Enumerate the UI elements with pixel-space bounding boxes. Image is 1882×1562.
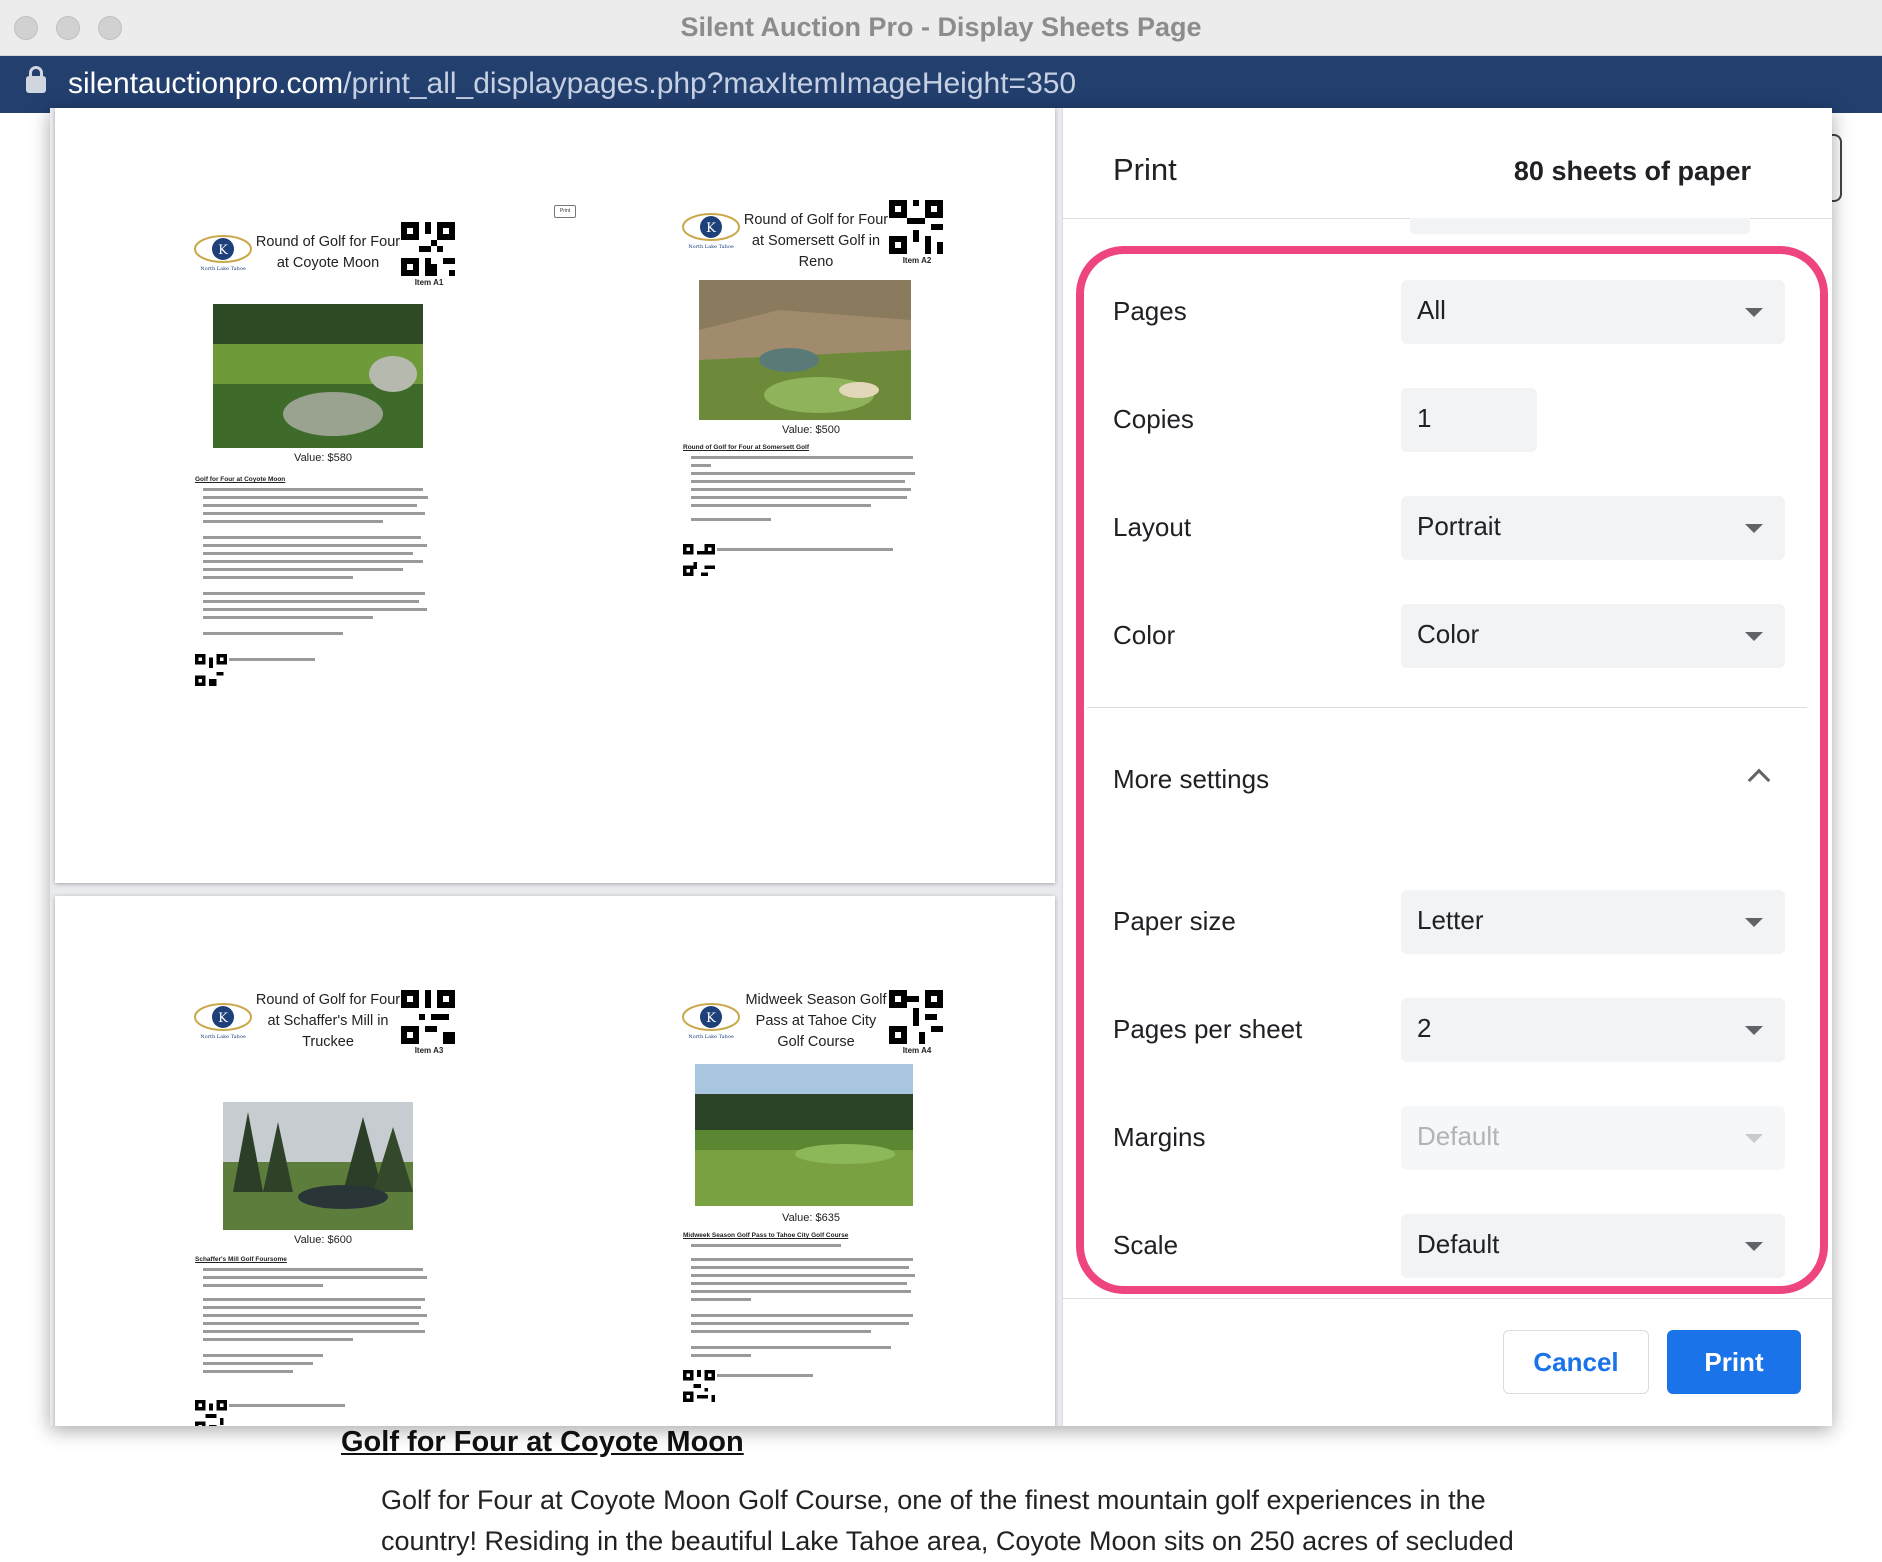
settings-highlight-outline [1076, 246, 1828, 1294]
page-item-description: Golf for Four at Coyote Moon Golf Course… [381, 1485, 1514, 1556]
cancel-button[interactable]: Cancel [1503, 1330, 1649, 1394]
display-item-a3: K North Lake Tahoe Round of Golf for Four… [193, 990, 523, 1426]
item-description-text-lines [691, 1244, 915, 1357]
qr-code-icon [683, 544, 715, 576]
lock-icon [26, 66, 46, 93]
kiwanis-logo-icon: K North Lake Tahoe [194, 1003, 252, 1040]
svg-text:K: K [218, 243, 228, 258]
svg-text:North Lake Tahoe: North Lake Tahoe [200, 1034, 246, 1040]
display-item-a2: K North Lake Tahoe Round of Golf for Four… [681, 200, 1011, 760]
item-number: Item A1 [414, 278, 444, 287]
address-bar[interactable]: silentauctionpro.com/print_all_displaypa… [0, 56, 1882, 113]
footer-divider [1063, 1298, 1833, 1299]
donor-line [717, 1374, 813, 1377]
svg-text:North Lake Tahoe: North Lake Tahoe [688, 244, 734, 250]
qr-code-icon [889, 200, 943, 254]
item-description-heading: Golf for Four at Coyote Moon [195, 476, 286, 483]
item-number: Item A3 [414, 1046, 444, 1055]
qr-code-icon [195, 1400, 227, 1426]
url-text[interactable]: silentauctionpro.com/print_all_displaypa… [68, 67, 1076, 101]
display-item-a4: K North Lake Tahoe Midweek Season Golf Pa… [681, 990, 1011, 1426]
kiwanis-logo-icon: K North Lake Tahoe [682, 213, 740, 250]
print-preview[interactable]: Print K North Lake Tahoe Round of Golf fo… [50, 108, 1062, 1426]
donor-line [717, 548, 893, 551]
item-value: Value: $635 [782, 1212, 840, 1224]
donor-line [229, 1404, 345, 1407]
qr-code-icon [195, 654, 227, 686]
item-description-text-lines [203, 1268, 427, 1373]
svg-text:K: K [706, 1011, 716, 1026]
item-value: Value: $500 [782, 424, 840, 436]
kiwanis-logo-icon: K North Lake Tahoe [682, 1003, 740, 1040]
item-title: Round of Golf for Four at Coyote Moon [255, 234, 401, 271]
url-path: /print_all_displaypages.php?maxItemImage… [343, 67, 1077, 100]
print-dialog-title: Print [1113, 152, 1177, 187]
item-description-text-lines [691, 456, 915, 521]
golf-course-photo [223, 1102, 413, 1230]
preview-sheet-1: Print K North Lake Tahoe Round of Golf fo… [55, 108, 1055, 883]
item-title: Round of Golf for Four at Somersett Golf… [743, 212, 889, 270]
window-title-bar: Silent Auction Pro - Display Sheets Page [0, 0, 1882, 56]
print-button[interactable]: Print [1667, 1330, 1801, 1394]
golf-course-photo [213, 304, 423, 448]
sheet-count: 80 sheets of paper [1513, 156, 1751, 186]
item-value: Value: $600 [294, 1234, 352, 1246]
item-value: Value: $580 [294, 452, 352, 464]
svg-text:K: K [218, 1011, 228, 1026]
golf-course-photo [699, 280, 911, 420]
display-item-a1: K North Lake Tahoe Round of Golf for Four… [193, 222, 523, 782]
item-number: Item A2 [902, 256, 932, 265]
kiwanis-logo-icon: K North Lake Tahoe [194, 235, 252, 272]
qr-code-icon [401, 990, 455, 1044]
svg-text:North Lake Tahoe: North Lake Tahoe [200, 266, 246, 272]
donor-line [229, 658, 315, 661]
page-item-heading: Golf for Four at Coyote Moon [341, 1426, 744, 1458]
item-description-heading: Midweek Season Golf Pass to Tahoe City G… [683, 1232, 849, 1239]
item-description-heading: Round of Golf for Four at Somersett Golf [683, 444, 810, 451]
window-title: Silent Auction Pro - Display Sheets Page [680, 12, 1202, 42]
destination-select-partial[interactable] [1410, 218, 1750, 234]
item-description-text-lines [203, 488, 428, 635]
qr-code-icon [401, 222, 455, 276]
svg-text:K: K [706, 221, 716, 236]
url-host: silentauctionpro.com [68, 67, 344, 100]
qr-code-icon [683, 1370, 715, 1402]
item-title: Round of Golf for Four at Schaffer's Mil… [255, 992, 401, 1050]
qr-code-icon [889, 990, 943, 1044]
mini-print-button: Print [554, 205, 576, 218]
item-title: Midweek Season Golf Pass at Tahoe City G… [745, 992, 887, 1050]
item-description-heading: Schaffer's Mill Golf Foursome [195, 1256, 287, 1263]
svg-text:North Lake Tahoe: North Lake Tahoe [688, 1034, 734, 1040]
item-number: Item A4 [902, 1046, 932, 1055]
golf-course-photo [695, 1064, 913, 1206]
preview-sheet-2: K North Lake Tahoe Round of Golf for Four… [55, 896, 1055, 1426]
